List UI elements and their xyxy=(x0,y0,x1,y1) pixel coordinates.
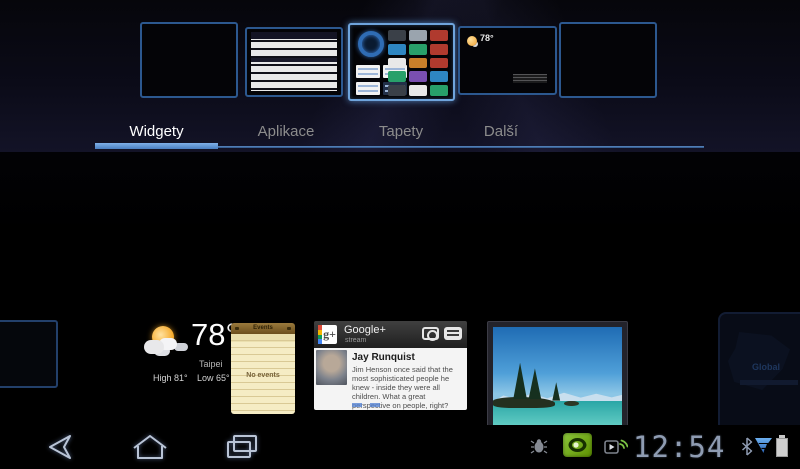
nvidia-icon xyxy=(563,433,592,457)
status-clock[interactable]: 12:54 xyxy=(633,430,737,464)
post-author: Jay Runquist xyxy=(352,352,415,363)
thumb-temperature: 78° xyxy=(480,33,494,43)
partial-widget-left[interactable] xyxy=(0,320,58,388)
app-icons-thumb xyxy=(388,30,448,96)
homescreen-thumbnail-2[interactable] xyxy=(245,27,343,97)
sun-icon xyxy=(467,36,477,46)
gplus-post-card: Jay Runquist Jim Henson once said that t… xyxy=(314,348,467,410)
cloud-icon xyxy=(144,340,164,354)
homescreen-thumbnail-1[interactable] xyxy=(140,22,238,98)
widget-preview-weather[interactable]: 78° Taipei High 81° Low 65° xyxy=(140,317,238,388)
card-thumb xyxy=(356,65,380,78)
gplus-mode-label: stream xyxy=(345,337,367,344)
binding-dot-icon xyxy=(287,327,291,330)
clock-widget-thumb xyxy=(358,31,384,57)
bluetooth-icon xyxy=(742,437,753,456)
post-text: Jim Henson once said that the most sophi… xyxy=(352,365,453,410)
weather-high: High 81° xyxy=(153,373,188,383)
tab-active-indicator xyxy=(95,143,218,149)
weather-widget-thumb: 78° xyxy=(467,33,494,46)
binding-dot-icon xyxy=(235,327,239,330)
homescreen-thumbnail-3-current[interactable] xyxy=(348,23,455,101)
post-action-links xyxy=(352,403,362,407)
homescreen-thumbnail-4[interactable]: 78° xyxy=(458,26,557,95)
camera-icon xyxy=(422,327,439,341)
media-server-icon xyxy=(604,439,628,454)
agenda-header-label: Events xyxy=(253,325,273,331)
dim-text-line xyxy=(740,380,798,385)
list-widget-preview xyxy=(251,32,337,91)
weather-city: Taipei xyxy=(199,359,223,369)
compose-icon xyxy=(444,327,462,340)
tab-more[interactable]: Další xyxy=(455,120,547,144)
widget-preview-googleplus[interactable]: g+ Google+ stream Jay Runquist Jim Henso… xyxy=(314,321,467,410)
home-icon[interactable] xyxy=(122,431,178,463)
gplus-header: g+ Google+ stream xyxy=(314,321,467,348)
avatar xyxy=(316,350,347,385)
tree xyxy=(513,362,527,400)
widget-preview-agenda[interactable]: Events No events xyxy=(231,323,295,414)
system-bar: 12:54 xyxy=(0,425,800,469)
recents-icon[interactable] xyxy=(214,431,270,463)
partial-widget-text: Global xyxy=(752,362,781,372)
widget-tray: 78° Taipei High 81° Low 65° Events No ev… xyxy=(0,152,800,469)
back-icon[interactable] xyxy=(34,431,90,463)
homescreen-thumbnail-5[interactable] xyxy=(559,22,657,98)
signal-icon xyxy=(755,438,772,453)
weather-low: Low 65° xyxy=(197,373,230,383)
gplus-glyph: g+ xyxy=(323,327,336,341)
usb-debug-icon xyxy=(530,439,548,454)
agenda-paper: No events xyxy=(231,334,295,414)
agenda-header: Events xyxy=(231,323,295,334)
card-thumb xyxy=(356,82,380,95)
agenda-empty-text: No events xyxy=(246,372,280,379)
tab-wallpapers[interactable]: Tapety xyxy=(345,120,457,144)
gplus-app-name: Google+ xyxy=(344,324,386,336)
android-widget-picker-screen: 78° Widgety Aplikace Tapety Další 78° Ta… xyxy=(0,0,800,469)
battery-icon xyxy=(776,435,788,457)
gplus-logo-icon: g+ xyxy=(318,325,337,344)
tab-applications[interactable]: Aplikace xyxy=(225,120,347,144)
tab-widgets[interactable]: Widgety xyxy=(95,120,218,144)
small-widget-thumb xyxy=(513,74,547,83)
